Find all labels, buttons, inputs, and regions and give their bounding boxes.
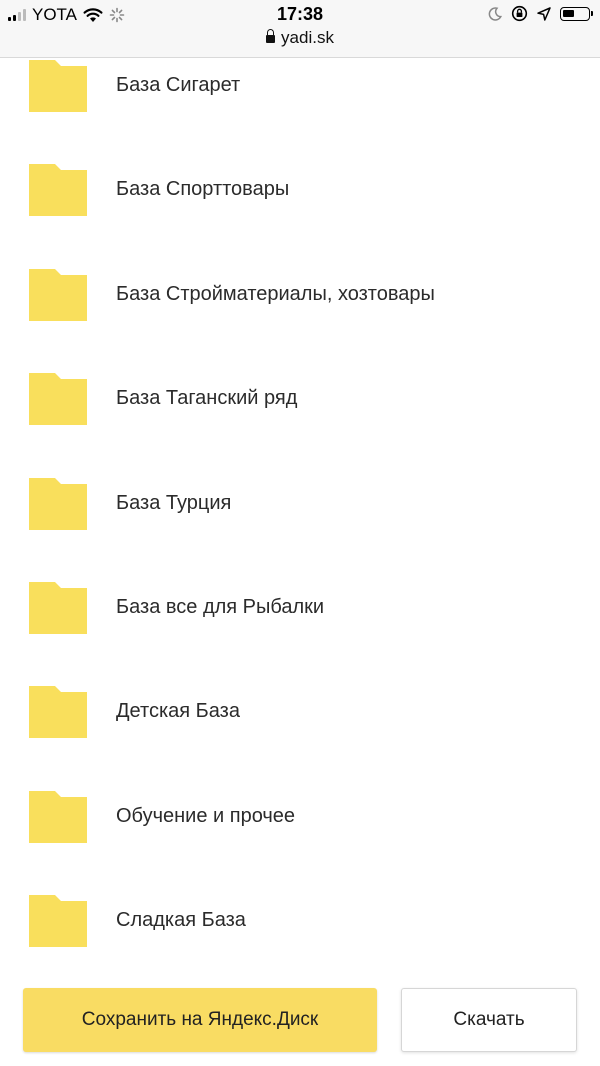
folder-list-item[interactable]: Детская База — [0, 660, 600, 764]
moon-icon — [488, 6, 502, 21]
folder-list-item[interactable]: База Турция — [0, 452, 600, 556]
folder-name: База Сигарет — [116, 74, 241, 96]
folder-icon — [29, 268, 87, 321]
status-right — [488, 5, 593, 22]
folder-icon — [29, 581, 87, 634]
folder-list-item[interactable]: База Спорттовары — [0, 138, 600, 242]
location-arrow-icon — [537, 6, 551, 21]
folder-name: База все для Рыбалки — [116, 595, 325, 618]
download-button[interactable]: Скачать — [401, 988, 577, 1052]
folder-icon — [29, 60, 87, 112]
folder-icon — [29, 373, 87, 426]
folder-icon — [29, 895, 87, 948]
folder-name: База Турция — [116, 491, 232, 514]
folder-list-item[interactable]: Обучение и прочее — [0, 765, 600, 869]
folder-name: База Таганский ряд — [116, 387, 298, 410]
folder-name: База Стройматериалы, хозтовары — [116, 282, 435, 305]
folder-icon — [29, 164, 87, 217]
folder-name: Обучение и прочее — [116, 804, 296, 827]
folder-list-item[interactable]: База Сигарет — [0, 34, 600, 138]
save-to-yandex-disk-button[interactable]: Сохранить на Яндекс.Диск — [23, 988, 377, 1052]
folder-name: Детская База — [116, 700, 240, 723]
folder-list-item[interactable]: Сладкая База — [0, 869, 600, 973]
folder-name: База Спорттовары — [116, 178, 290, 201]
folder-list-item[interactable]: База все для Рыбалки — [0, 556, 600, 660]
folder-icon — [29, 686, 87, 739]
folder-list-item[interactable]: База Стройматериалы, хозтовары — [0, 243, 600, 347]
folder-icon — [29, 790, 87, 843]
folder-name: Сладкая База — [116, 909, 246, 932]
rotation-lock-icon — [511, 5, 528, 22]
folder-icon — [29, 477, 87, 530]
action-bar: Сохранить на Яндекс.Диск Скачать — [0, 966, 600, 1066]
battery-icon — [560, 6, 593, 21]
folder-list-item[interactable]: База Таганский ряд — [0, 347, 600, 451]
folder-list: База Сигарет База Спорттовары База Стройма… — [0, 34, 600, 974]
